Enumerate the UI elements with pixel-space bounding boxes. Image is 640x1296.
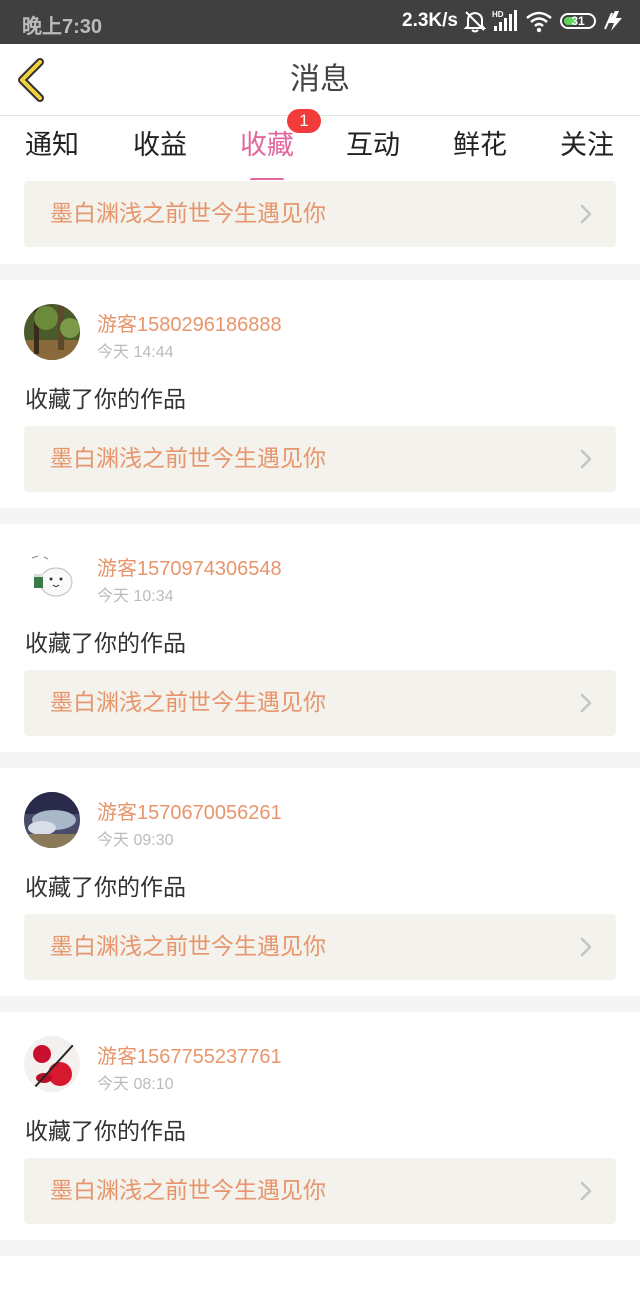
work-link[interactable]: 墨白渊浅之前世今生遇见你 <box>24 426 616 492</box>
avatar[interactable] <box>24 792 80 848</box>
tab-earnings[interactable]: 收益 <box>120 126 200 166</box>
work-title: 墨白渊浅之前世今生遇见你 <box>50 1178 326 1204</box>
bell-off-icon <box>463 9 487 38</box>
tab-interaction[interactable]: 互动 <box>333 126 413 166</box>
work-title: 墨白渊浅之前世今生遇见你 <box>50 934 326 960</box>
svg-text:HD: HD <box>492 10 504 19</box>
work-title: 墨白渊浅之前世今生遇见你 <box>50 201 326 227</box>
work-link[interactable]: 墨白渊浅之前世今生遇见你 <box>24 670 616 736</box>
username[interactable]: 游客1580296186888 <box>97 308 282 337</box>
timestamp: 今天 08:10 <box>97 1076 174 1093</box>
charging-icon <box>604 9 626 38</box>
chevron-right-icon <box>580 937 592 957</box>
battery-icon: 31 <box>560 13 596 29</box>
message-card: 游客1580296186888 今天 14:44 收藏了你的作品 墨白渊浅之前世… <box>0 280 640 508</box>
unread-badge: 1 <box>287 109 321 133</box>
avatar[interactable] <box>24 1036 80 1092</box>
chevron-right-icon <box>580 1181 592 1201</box>
status-bar: 晚上7:30 2.3K/s HD 31 <box>0 0 640 44</box>
network-speed: 2.3K/s <box>402 10 458 31</box>
wifi-icon <box>525 9 553 38</box>
tab-label: 鲜花 <box>453 130 507 161</box>
timestamp: 今天 14:44 <box>97 344 174 361</box>
tab-label: 关注 <box>560 130 614 161</box>
battery-level: 31 <box>571 14 585 28</box>
tab-label: 互动 <box>346 130 400 161</box>
page-title: 消息 <box>290 62 350 97</box>
status-time: 晚上7:30 <box>22 16 103 38</box>
username[interactable]: 游客1570670056261 <box>97 796 282 825</box>
message-card: 游客1570670056261 今天 09:30 收藏了你的作品 墨白渊浅之前世… <box>0 768 640 996</box>
chevron-right-icon <box>580 693 592 713</box>
title-bar: 消息 <box>0 44 640 116</box>
timestamp: 今天 10:34 <box>97 588 174 605</box>
message-list[interactable]: 墨白渊浅之前世今生遇见你 游客1580296186888 今天 14:44 收藏… <box>0 180 640 1296</box>
work-link[interactable]: 墨白渊浅之前世今生遇见你 <box>24 1158 616 1224</box>
action-text: 收藏了你的作品 <box>25 1119 186 1145</box>
username[interactable]: 游客1567755237761 <box>97 1040 282 1069</box>
username[interactable]: 游客1570974306548 <box>97 552 282 581</box>
work-link[interactable]: 墨白渊浅之前世今生遇见你 <box>24 181 616 247</box>
avatar[interactable] <box>24 304 80 360</box>
tab-notification[interactable]: 通知 <box>12 126 92 166</box>
chevron-right-icon <box>580 449 592 469</box>
timestamp: 今天 09:30 <box>97 832 174 849</box>
action-text: 收藏了你的作品 <box>25 631 186 657</box>
message-card: 墨白渊浅之前世今生遇见你 <box>0 180 640 264</box>
message-card: 游客1567755237761 今天 08:10 收藏了你的作品 墨白渊浅之前世… <box>0 1012 640 1240</box>
work-title: 墨白渊浅之前世今生遇见你 <box>50 446 326 472</box>
tab-following[interactable]: 关注 <box>547 126 627 166</box>
work-link[interactable]: 墨白渊浅之前世今生遇见你 <box>24 914 616 980</box>
hd-signal-icon: HD <box>492 9 518 38</box>
action-text: 收藏了你的作品 <box>25 387 186 413</box>
chevron-right-icon <box>580 204 592 224</box>
tab-flowers[interactable]: 鲜花 <box>440 126 520 166</box>
tab-label: 收藏 <box>240 130 294 161</box>
tab-label: 收益 <box>133 130 187 161</box>
avatar[interactable] <box>24 548 80 604</box>
message-card: 游客1570974306548 今天 10:34 收藏了你的作品 墨白渊浅之前世… <box>0 524 640 752</box>
tab-label: 通知 <box>25 130 79 161</box>
message-card <box>0 1256 640 1296</box>
work-title: 墨白渊浅之前世今生遇见你 <box>50 690 326 716</box>
action-text: 收藏了你的作品 <box>25 875 186 901</box>
